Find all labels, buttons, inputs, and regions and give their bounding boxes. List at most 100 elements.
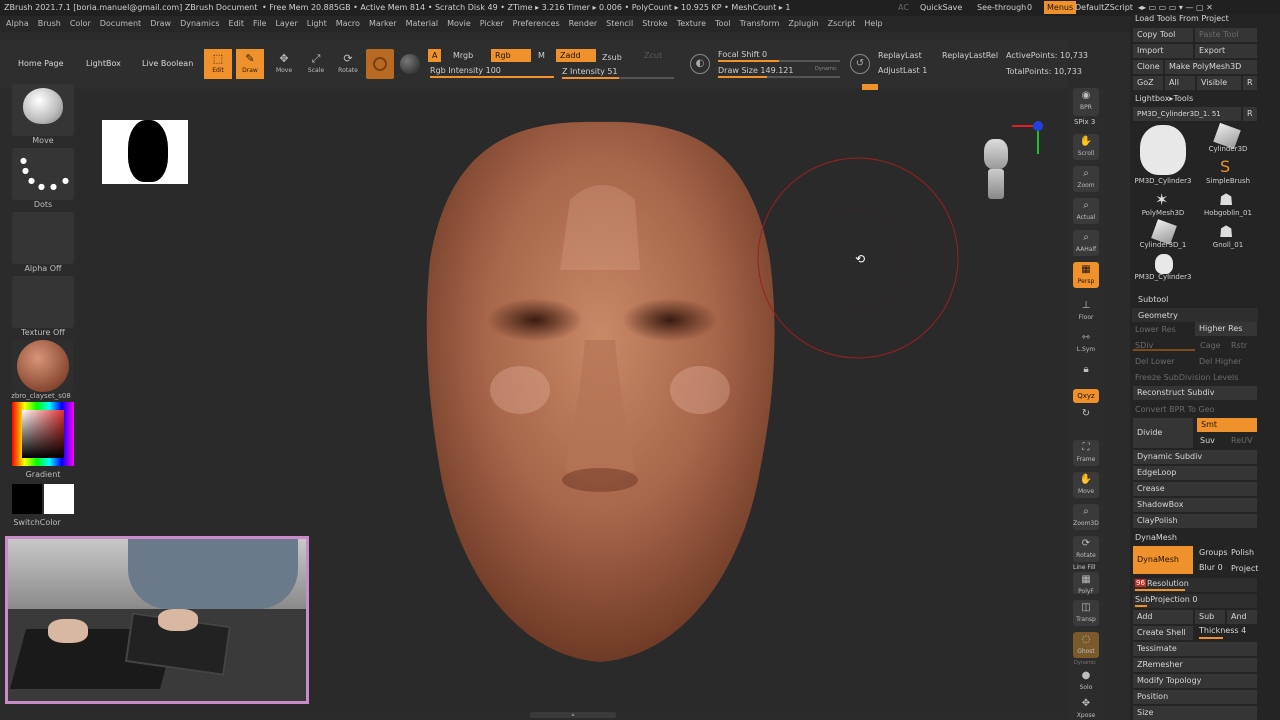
current-tool-r-button[interactable]: R (1243, 107, 1257, 121)
zoom3d-button[interactable]: ⌕ Zoom3D (1073, 504, 1099, 530)
dynamic-toggle[interactable]: Dynamic (815, 66, 837, 72)
xpose-button[interactable]: ✥ Xpose (1073, 696, 1099, 719)
shadowbox-header[interactable]: ShadowBox (1133, 498, 1257, 512)
menu-item-color[interactable]: Color (70, 16, 91, 32)
lower-res-button[interactable]: Lower Res (1135, 325, 1176, 334)
menu-item-help[interactable]: Help (864, 16, 882, 32)
tool-thumb-label-2[interactable]: SimpleBrush (1197, 177, 1259, 185)
replay-last-rel-button[interactable]: ReplayLastRel (942, 51, 998, 60)
draw-size-label[interactable]: Draw Size 149.121 (718, 66, 793, 75)
export-button[interactable]: Export (1195, 44, 1257, 58)
color-square[interactable] (22, 410, 64, 458)
home-page-button[interactable]: Home Page (18, 59, 64, 68)
move-mode-button[interactable]: ✥ Move (270, 49, 298, 79)
lock-button[interactable]: 🔒︎ (1073, 362, 1099, 388)
frame-button[interactable]: ⛶ Frame (1073, 440, 1099, 466)
menu-item-picker[interactable]: Picker (480, 16, 504, 32)
stroke-icon[interactable]: ↺ (850, 54, 870, 74)
goz-r-button[interactable]: R (1243, 76, 1257, 90)
sdiv-slider-track[interactable] (1133, 349, 1195, 351)
floor-button[interactable]: ⊥ Floor (1073, 298, 1099, 324)
move-view-button[interactable]: ✋ Move (1073, 472, 1099, 498)
menu-item-layer[interactable]: Layer (275, 16, 297, 32)
cage-button[interactable]: Cage (1200, 341, 1221, 350)
position-header[interactable]: Position (1133, 690, 1257, 704)
head-sculpt[interactable] (400, 110, 800, 680)
subprojection-slider[interactable]: SubProjection 0 (1133, 594, 1257, 608)
zoom-button[interactable]: ⌕ Zoom (1073, 166, 1099, 192)
load-tools-button[interactable]: Load Tools From Project (1135, 14, 1229, 23)
aahalf-button[interactable]: ⌕ AAHalf (1073, 230, 1099, 256)
tool-thumb-label-5[interactable]: Cylinder3D_1 (1132, 241, 1194, 249)
make-polymesh-button[interactable]: Make PolyMesh3D (1165, 60, 1257, 74)
del-higher-button[interactable]: Del Higher (1199, 357, 1241, 366)
live-boolean-button[interactable]: Live Boolean (142, 59, 193, 68)
tool-thumb-label-7[interactable]: PM3D_Cylinder3 (1132, 273, 1194, 281)
size-header[interactable]: Size (1133, 706, 1257, 720)
scroll-button[interactable]: ✋ Scroll (1073, 134, 1099, 160)
quicksave-button[interactable]: QuickSave (920, 0, 962, 16)
pm3d-cylinder-thumbnail[interactable] (1155, 254, 1173, 274)
clone-button[interactable]: Clone (1133, 60, 1163, 74)
a-toggle[interactable]: A (428, 49, 442, 62)
menu-item-material[interactable]: Material (406, 16, 439, 32)
secondary-color-swatch[interactable] (12, 484, 42, 514)
brush-slot[interactable] (12, 84, 74, 136)
thickness-slider[interactable]: Thickness 4 (1197, 626, 1257, 640)
subtool-header[interactable]: Subtool (1138, 295, 1168, 304)
rotate-view-button[interactable]: ⟳ Rotate (1073, 536, 1099, 562)
main-color-swatch[interactable] (44, 484, 74, 514)
bottom-shelf-handle[interactable]: ▴ (530, 712, 616, 718)
menu-item-movie[interactable]: Movie (447, 16, 471, 32)
create-shell-button[interactable]: Create Shell (1133, 626, 1193, 640)
divide-button[interactable]: Divide (1133, 418, 1193, 448)
adjust-last-slider[interactable]: AdjustLast 1 (878, 66, 927, 75)
menu-item-draw[interactable]: Draw (150, 16, 171, 32)
mrgb-toggle[interactable]: Mrgb (449, 49, 477, 62)
color-picker[interactable] (12, 402, 74, 466)
reconstruct-subdiv-button[interactable]: Reconstruct Subdiv (1133, 386, 1257, 400)
lsym-button[interactable]: ⇿ L.Sym (1073, 330, 1099, 356)
stroke-slot[interactable]: ● ● ● ● ● ● (12, 148, 74, 200)
focal-icon[interactable]: ◐ (690, 54, 710, 74)
ghost-button[interactable]: ◌ Ghost (1073, 632, 1099, 658)
menu-item-edit[interactable]: Edit (229, 16, 245, 32)
dynamesh-header[interactable]: DynaMesh (1135, 533, 1177, 542)
project-toggle[interactable]: Project (1231, 564, 1258, 573)
paste-tool-button[interactable]: Paste Tool (1195, 28, 1257, 42)
dynamesh-button[interactable]: DynaMesh (1133, 546, 1193, 574)
menu-item-brush[interactable]: Brush (38, 16, 61, 32)
zcut-toggle[interactable]: Zcut (640, 49, 666, 62)
rotate-mode-button[interactable]: ⟳ Rotate (334, 49, 362, 79)
menu-item-render[interactable]: Render (569, 16, 597, 32)
menu-item-marker[interactable]: Marker (369, 16, 397, 32)
hobgoblin-thumbnail[interactable]: ☗ (1219, 190, 1233, 209)
resolution-slider[interactable]: 96 Resolution (1133, 578, 1257, 592)
tool-thumb-label-4[interactable]: Hobgoblin_01 (1197, 209, 1259, 217)
menu-item-document[interactable]: Document (100, 16, 141, 32)
import-button[interactable]: Import (1133, 44, 1193, 58)
solo-button[interactable]: ● Solo (1073, 668, 1099, 694)
current-tool-slider[interactable]: PM3D_Cylinder3D_1. 51 (1133, 107, 1241, 121)
qxyz-button[interactable]: Qxyz (1073, 389, 1099, 403)
del-lower-button[interactable]: Del Lower (1135, 357, 1175, 366)
and-button[interactable]: And (1227, 610, 1257, 624)
persp-button[interactable]: ▦ Persp (1073, 262, 1099, 288)
rgb-intensity-label[interactable]: Rgb Intensity 100 (430, 66, 501, 75)
blur-slider[interactable]: Blur 0 (1199, 563, 1223, 572)
rotation-axis-icons[interactable]: ↻ (1073, 406, 1099, 428)
spix-label[interactable]: SPix 3 (1074, 118, 1095, 126)
transp-button[interactable]: ◫ Transp (1073, 600, 1099, 626)
focal-shift-label[interactable]: Focal Shift 0 (718, 50, 767, 59)
material-slot[interactable] (12, 340, 74, 392)
tool-thumb-label-0[interactable]: PM3D_Cylinder3 (1132, 177, 1194, 185)
zadd-toggle[interactable]: Zadd (556, 49, 596, 62)
menu-item-tool[interactable]: Tool (715, 16, 731, 32)
document-scroll-marker[interactable] (862, 84, 878, 90)
tool-thumb-label-1[interactable]: Cylinder3D (1197, 145, 1259, 153)
menu-item-texture[interactable]: Texture (677, 16, 706, 32)
active-tool-thumbnail[interactable] (1140, 125, 1186, 175)
crease-header[interactable]: Crease (1133, 482, 1257, 496)
dynamic-subdiv-header[interactable]: Dynamic Subdiv (1133, 450, 1257, 464)
gradient-label[interactable]: Gradient (4, 470, 82, 479)
